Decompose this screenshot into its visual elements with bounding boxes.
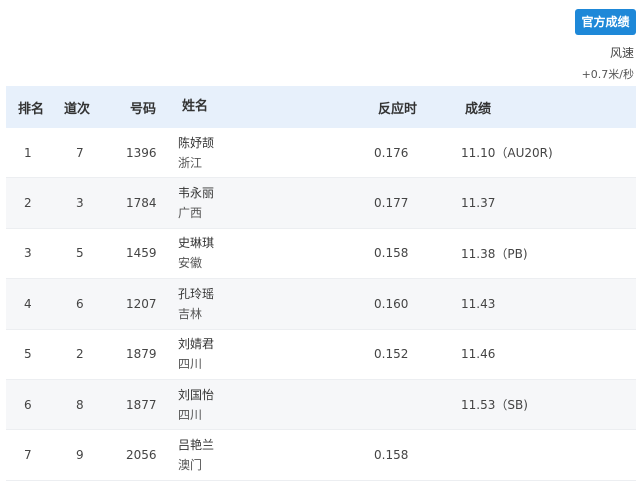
athlete-name: 史琳琪 [178, 236, 215, 251]
cell-bib: 1784 [126, 196, 157, 211]
wind-speed-label: 风速 [609, 46, 634, 60]
cell-lane: 7 [76, 145, 84, 160]
header-result: 成绩 [465, 101, 492, 117]
athlete-province: 广西 [178, 206, 203, 221]
cell-lane: 3 [76, 196, 84, 211]
cell-reaction: 0.177 [374, 196, 409, 211]
table-row: 5 2 1879 刘婧君 四川 0.152 11.46 [6, 330, 636, 380]
athlete-name: 吕艳兰 [178, 438, 215, 453]
cell-reaction: 0.160 [374, 296, 409, 311]
header-reaction: 反应时 [378, 101, 418, 117]
header-bib: 号码 [130, 101, 157, 117]
cell-lane: 6 [76, 296, 84, 311]
athlete-name: 刘国怡 [178, 387, 215, 402]
cell-result: 11.43 [461, 296, 496, 311]
athlete-province: 安徽 [178, 256, 203, 271]
cell-result: 11.46 [461, 347, 496, 362]
cell-rank: 5 [24, 347, 32, 362]
header-lane: 道次 [64, 101, 91, 117]
cell-result: 11.38（PB) [461, 246, 528, 261]
cell-rank: 6 [24, 397, 32, 412]
cell-bib: 2056 [126, 448, 157, 463]
cell-name: 吕艳兰 澳门 [178, 435, 374, 475]
cell-bib: 1877 [126, 397, 157, 412]
header-rank: 排名 [18, 101, 45, 117]
table-row: 6 8 1877 刘国怡 四川 11.53（SB) [6, 379, 636, 431]
table-row: 4 6 1207 孔玲瑶 吉林 0.160 11.43 [6, 279, 636, 330]
table-row: 7 9 2056 吕艳兰 澳门 0.158 [6, 430, 636, 481]
cell-lane: 2 [76, 347, 84, 362]
cell-rank: 7 [24, 448, 32, 463]
athlete-province: 四川 [178, 407, 203, 422]
cell-bib: 1207 [126, 296, 157, 311]
cell-name: 刘国怡 四川 [178, 385, 374, 425]
athlete-province: 澳门 [178, 458, 203, 473]
athlete-name: 刘婧君 [178, 337, 215, 352]
cell-lane: 8 [76, 397, 84, 412]
cell-reaction: 0.152 [374, 347, 409, 362]
athlete-province: 四川 [178, 357, 203, 372]
athlete-name: 陈妤颉 [178, 135, 215, 150]
cell-rank: 2 [24, 196, 32, 211]
cell-rank: 3 [24, 246, 32, 261]
table-header: 排名 道次 号码 姓名 反应时 成绩 [6, 86, 636, 128]
cell-name: 韦永丽 广西 [178, 183, 374, 223]
cell-rank: 4 [24, 296, 32, 311]
cell-lane: 5 [76, 246, 84, 261]
cell-name: 史琳琪 安徽 [178, 233, 374, 273]
athlete-province: 浙江 [178, 155, 203, 170]
wind-speed-value: +0.7米/秒 [581, 68, 634, 81]
official-results-button[interactable]: 官方成绩 [575, 9, 636, 35]
results-table: 排名 道次 号码 姓名 反应时 成绩 1 7 1396 陈妤颉 浙江 0.176… [6, 86, 636, 481]
cell-reaction: 0.158 [374, 246, 409, 261]
cell-result: 11.10（AU20R) [461, 146, 553, 161]
results-page: 官方成绩 风速 +0.7米/秒 排名 道次 号码 姓名 反应时 成绩 1 7 1… [0, 0, 640, 484]
cell-result: 11.37 [461, 196, 496, 211]
cell-result: 11.53（SB) [461, 398, 528, 413]
table-row: 3 5 1459 史琳琪 安徽 0.158 11.38（PB) [6, 229, 636, 280]
cell-rank: 1 [24, 145, 32, 160]
cell-lane: 9 [76, 448, 84, 463]
cell-reaction: 0.176 [374, 145, 409, 160]
cell-name: 孔玲瑶 吉林 [178, 284, 374, 324]
cell-bib: 1459 [126, 246, 157, 261]
header-name: 姓名 [182, 99, 209, 114]
cell-name: 陈妤颉 浙江 [178, 133, 374, 173]
cell-reaction: 0.158 [374, 448, 409, 463]
cell-name: 刘婧君 四川 [178, 334, 374, 374]
athlete-name: 韦永丽 [178, 186, 215, 201]
athlete-province: 吉林 [178, 306, 203, 321]
athlete-name: 孔玲瑶 [178, 286, 215, 301]
cell-bib: 1396 [126, 145, 157, 160]
cell-bib: 1879 [126, 347, 157, 362]
table-row: 1 7 1396 陈妤颉 浙江 0.176 11.10（AU20R) [6, 128, 636, 179]
table-row: 2 3 1784 韦永丽 广西 0.177 11.37 [6, 178, 636, 229]
